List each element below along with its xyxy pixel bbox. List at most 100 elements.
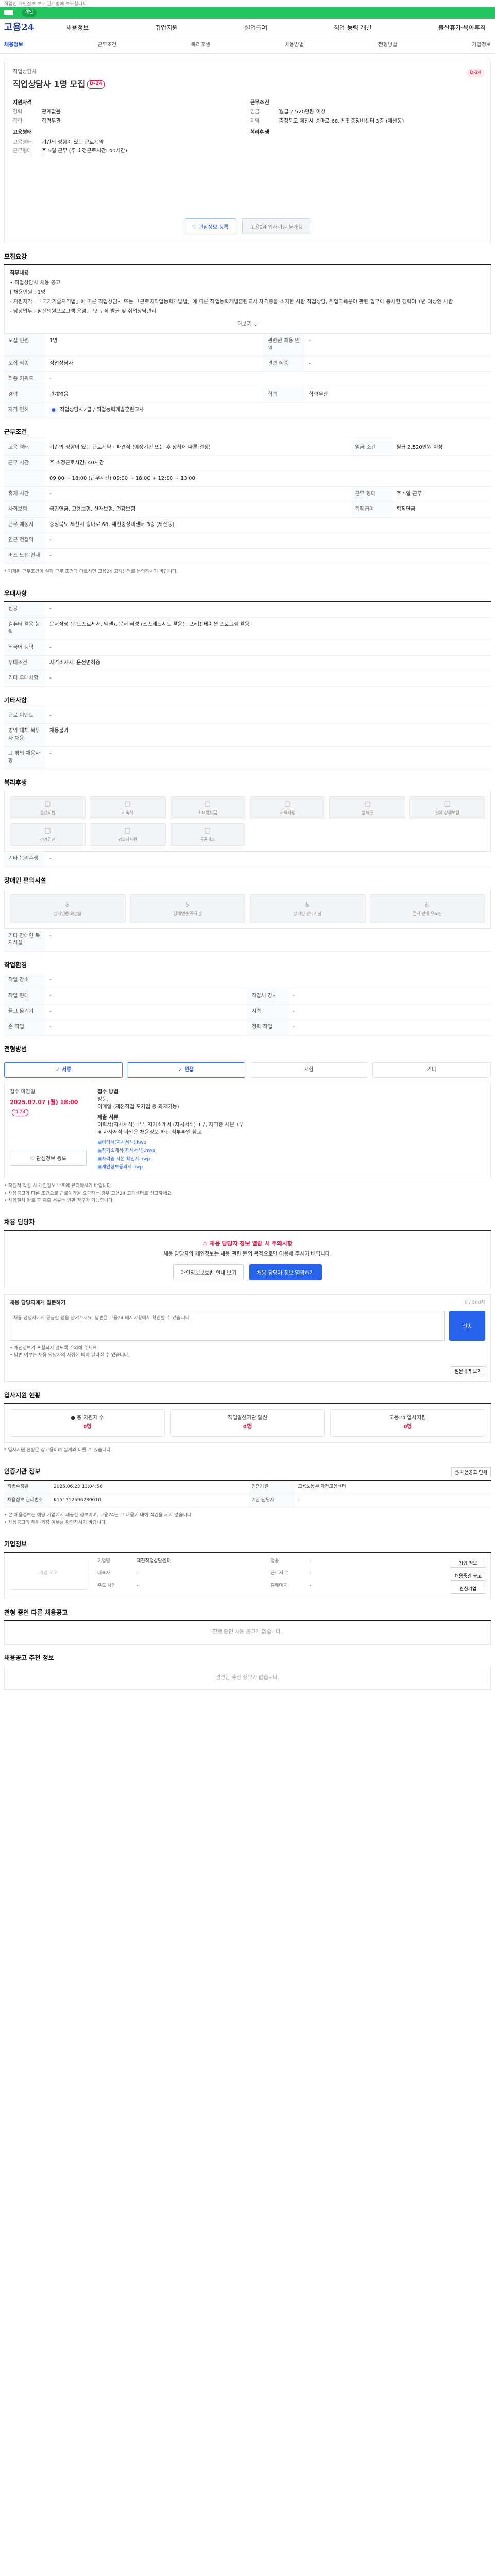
question-title: 채용 담당자에게 질문하기: [10, 1300, 66, 1307]
privacy-guide-button[interactable]: 개인정보보호법 안내 보기: [173, 1264, 244, 1281]
scrap-badge[interactable]: D-24: [467, 69, 484, 78]
table-row: 인근 전철역 -: [4, 533, 491, 549]
disabled-grid: ♿ 장애인용 화장실 ♿ 장애인용 주차장 ♿ 장애인 편의시설 ♿ 점자 안내 유도판: [4, 889, 491, 929]
condition-key: 임금: [250, 109, 260, 115]
company-info-button[interactable]: 기업 정보: [451, 1557, 485, 1568]
nav-item-jobs[interactable]: 채용정보: [61, 24, 94, 32]
table-row: 최종수정일 2025.06.23 13:04:56 인증기관 고용노동부 제천고용센터: [4, 1481, 491, 1495]
attachment-link[interactable]: 이력서(자사서식).hwp: [97, 1140, 485, 1146]
disabled-section: 장애인 편의시설 ♿ 장애인용 화장실 ♿ 장애인용 주차장 ♿ 장애인 편의시설 ♿…: [4, 876, 491, 952]
env-table: 작업 장소 - 작업 형태 - 작업시 장치 - 들고 옮기기 - 시력 - 손 작업 - 청력 …: [4, 973, 491, 1036]
method-line: 이메일 (제천직업 포기업 등 과제가능): [97, 1104, 179, 1110]
employ-key: 근무형태: [13, 148, 32, 155]
table-row: 기타 우대사항 -: [4, 671, 491, 687]
page: 작업인 개인정보 보호 관계법에 보조합니다. 개인 고용24 채용정보 취업지…: [0, 0, 495, 1690]
condition-heading: 근무조건: [250, 99, 269, 106]
attachments: 이력서(자사서식).hwp 자기소개서(자사서식).hwp 자격증 사본 확인서…: [97, 1140, 485, 1171]
manager-warning: ⚠ 채용 담당자 정보 열람 시 주의사항 채용 담당자의 개인정보는 채용 관…: [4, 1230, 491, 1290]
apply-button[interactable]: 고용24 입사지원 불가능: [242, 218, 311, 234]
tab-work[interactable]: 근무조건: [97, 42, 117, 49]
corp-section: 기업정보 기업 로고 기업명 제천직업상담센터 업종 - 대표자 - 근로자 수- 주…: [4, 1540, 491, 1599]
nav-item-unemployment[interactable]: 실업급여: [239, 24, 272, 32]
condition-value: 월급 2,520만원 이상: [279, 109, 326, 115]
warning-icon: ⚠: [202, 1240, 208, 1247]
qual-key: 학력: [13, 118, 23, 124]
more-button[interactable]: 더보기 ⌄: [10, 318, 485, 329]
site-logo[interactable]: 고용24: [4, 21, 61, 35]
print-button[interactable]: ⎙ 채용공고 인쇄: [451, 1467, 491, 1478]
duty-line: - 지원자격 : 「국가기술자격법」에 따른 직업상담사 또는 「근로자직업능력…: [10, 299, 453, 305]
welfare-icon: ▢: [444, 800, 451, 808]
section-title: 기업정보: [4, 1540, 491, 1553]
employ-value: 기간의 정함이 있는 근로계약: [42, 139, 104, 145]
license-tag: ●: [50, 407, 58, 414]
check-icon: ✓: [55, 1066, 62, 1073]
recommend-section: 채용공고 추천 정보 관련된 추천 정보가 없습니다.: [4, 1654, 491, 1690]
tab-recruit[interactable]: 채용정보: [4, 42, 23, 49]
section-title: 근무조건: [4, 428, 491, 440]
view-manager-button[interactable]: 채용 담당자 정보 열람하기: [249, 1264, 322, 1281]
welfare-heading: 복리후생: [250, 130, 269, 136]
favorite-company-button[interactable]: 관심기업: [451, 1583, 485, 1594]
table-row: 우대조건 자격소지자, 운전면허증: [4, 655, 491, 671]
tab-company[interactable]: 기업정보: [472, 42, 491, 49]
tab-method[interactable]: 채용방법: [285, 42, 304, 49]
interest-button[interactable]: ♡ 관심정보 등록: [10, 1150, 87, 1166]
docs-line: 이력서(자사서식) 1부, 자기소개서 (자사서식) 1부, 자격증 사본 1부: [97, 1122, 244, 1128]
employ-heading: 고용형태: [13, 130, 32, 136]
table-row: 병역 대체 복무자 채용 채용불가: [4, 723, 491, 747]
prefer-section: 우대사항 전공 - 컴퓨터 활용 능력 문서작성 (워드프로세서, 엑셀), 문서 …: [4, 589, 491, 687]
table-row: 채용정보 관리번호 K151312506230010 기관 담당자 -: [4, 1494, 491, 1508]
question-history-button[interactable]: 질문내역 보기: [451, 1366, 485, 1377]
stat-card: 직업알선기관 알선 0명: [170, 1409, 325, 1437]
welfare-icon: ▢: [204, 826, 211, 835]
banner-pill[interactable]: 개인: [22, 9, 37, 17]
section-title: 채용 담당자: [4, 1218, 491, 1231]
qual-value: 관계없음: [42, 109, 61, 115]
heart-icon: ♡: [30, 1156, 35, 1162]
table-row: 고용 형태 기간의 정함이 있는 근로계약 · 파견직 (예정기간 또는 후 상황…: [4, 440, 491, 456]
send-button[interactable]: 전송: [449, 1310, 485, 1341]
section-title: 작업환경: [4, 961, 491, 974]
nav-item-training[interactable]: 직업 능력 개발: [328, 24, 377, 32]
question-input[interactable]: [10, 1310, 445, 1341]
dday-badge: D-24: [87, 80, 105, 89]
table-row: 경력 관계없음 학력 학력무관: [4, 387, 491, 403]
welfare-card: ▢ 출퇴근: [329, 796, 405, 819]
attachment-link[interactable]: 자기소개서(자사서식).hwp: [97, 1148, 485, 1155]
warning-body: 채용 담당자의 개인정보는 채용 관련 문의 목적으로만 이용해 주시기 바랍니…: [163, 1251, 332, 1257]
qual-value: 학력무관: [42, 118, 61, 124]
docs-line: ※ 자사서식 파일은 채용정보 하단 첨부파일 참고: [97, 1129, 202, 1136]
facility-card: ♿ 장애인용 주차장: [129, 894, 245, 923]
qual-heading: 지원자격: [13, 99, 32, 106]
table-row: 외국어 능력 -: [4, 640, 491, 656]
section-title: 인증기관 정보 ⎙ 채용공고 인쇄: [4, 1467, 491, 1481]
company-jobs-button[interactable]: 채용중인 공고: [451, 1570, 485, 1581]
welfare-icon: ▢: [204, 800, 211, 808]
nav-item-support[interactable]: 취업지원: [150, 24, 183, 32]
etc-table: 근로 이벤트 - 병역 대체 복무자 채용 채용불가 그 밖의 채용사항 -: [4, 708, 491, 770]
welfare-icon: ▢: [364, 800, 371, 808]
nav-item-leave[interactable]: 출산휴가·육아휴직: [433, 24, 491, 32]
facility-card: ♿ 장애인용 화장실: [10, 894, 126, 923]
process-notes: • 지원서 작성 시 개인정보 보호에 유의하시기 바랍니다. • 채용공고와 …: [4, 1183, 173, 1204]
condition-column: 근무조건 임금 월급 2,520만원 이상 지역 충청북도 제천시 승마로 68, …: [250, 95, 482, 157]
table-row: 휴게 시간 - 근무 형태 주 5일 근무: [4, 486, 491, 503]
welfare-card: ▢ 기숙사: [90, 796, 166, 819]
question-box: 채용 담당자에게 질문하기 0 / 500자 전송 • 개인정보가 포함되지 않…: [4, 1294, 491, 1382]
table-row: 모집 직종 직업상담사 관련 직종 -: [4, 356, 491, 372]
user-icon: ● 총 지원자 수: [71, 1415, 104, 1421]
section-title: 입사지원 현황: [4, 1391, 491, 1404]
section-title: 모집요강: [4, 252, 491, 265]
tab-welfare[interactable]: 복리후생: [191, 42, 210, 49]
attachment-link[interactable]: 개인정보동의서.hwp: [97, 1164, 485, 1171]
stat-card: 고용24 입사지원 0명: [330, 1409, 486, 1437]
heart-icon: ♡: [192, 225, 197, 230]
tab-process[interactable]: 전형방법: [378, 42, 398, 49]
company-logo: 기업 로고: [10, 1557, 87, 1590]
manager-section: 채용 담당자 ⚠ 채용 담당자 정보 열람 시 주의사항 채용 담당자의 개인정…: [4, 1218, 491, 1382]
chevron-down-icon: ⌄: [253, 321, 258, 327]
interest-button[interactable]: ♡ 관심정보 등록: [184, 218, 237, 234]
step-exam: 시험: [250, 1062, 368, 1078]
attachment-link[interactable]: 자격증 사본 확인서.hwp: [97, 1156, 485, 1163]
